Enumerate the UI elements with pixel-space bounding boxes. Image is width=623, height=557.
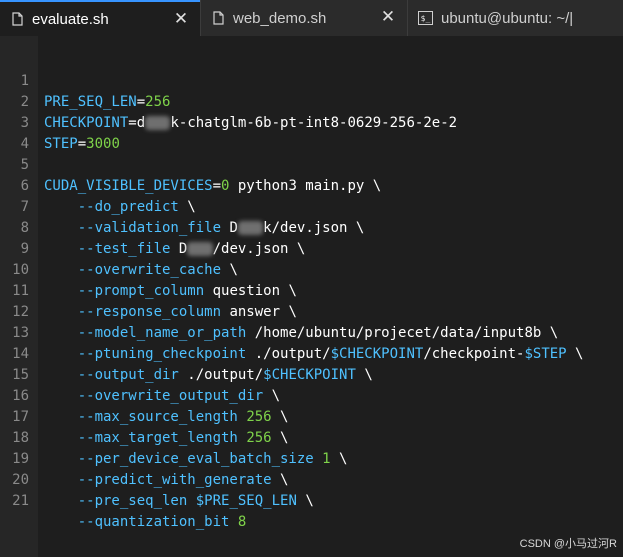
- number: 256: [246, 409, 272, 425]
- cli-flag: --max_target_length: [77, 430, 238, 446]
- cli-flag: --quantization_bit: [77, 514, 230, 530]
- cli-flag: --max_source_length: [77, 409, 238, 425]
- code-line-18: 18 --per_device_eval_batch_size 1 \: [0, 407, 347, 467]
- code-line-15: 15 --overwrite_output_dir \: [0, 344, 280, 404]
- code-line-8: 8 --test_file Dxxx/dev.json \: [0, 197, 306, 257]
- redacted-text: xxx: [145, 116, 171, 130]
- code-line-10: 10 --prompt_column question \: [0, 239, 297, 299]
- number: 256: [145, 94, 171, 110]
- tab-label: ubuntu@ubuntu: ~/|: [441, 9, 574, 27]
- code-line-5: 5 CUDA_VISIBLE_DEVICES=0 python3 main.py…: [0, 134, 382, 194]
- watermark: CSDN @小马过河R: [519, 538, 617, 550]
- cli-flag: --response_column: [77, 304, 222, 320]
- redacted-text: xxx: [237, 221, 264, 235]
- code-line-7: 7 --validation_file Dxxxk/dev.json \: [0, 176, 365, 236]
- variable: $PRE_SEQ_LEN: [195, 493, 297, 509]
- close-icon[interactable]: ✕: [379, 8, 397, 26]
- tab-terminal[interactable]: $_ ubuntu@ubuntu: ~/|: [407, 0, 623, 36]
- cli-flag: --test_file: [77, 241, 171, 257]
- code-lines: 1 PRE_SEQ_LEN=256 2 CHECKPOINT=dxxxk-cha…: [0, 50, 583, 530]
- cli-flag: --per_device_eval_batch_size: [77, 451, 314, 467]
- code-line-2: 2 CHECKPOINT=dxxxk-chatglm-6b-pt-int8-06…: [0, 71, 457, 131]
- variable: CHECKPOINT: [44, 115, 129, 131]
- code-line-12: 12 --model_name_or_path /home/ubuntu/pro…: [0, 281, 558, 341]
- variable: $STEP: [524, 346, 567, 362]
- code-line-4: 4: [0, 113, 51, 152]
- code-line-16: 16 --max_source_length 256 \: [0, 365, 288, 425]
- terminal-icon: $_: [418, 11, 433, 25]
- code-line-9: 9 --overwrite_cache \: [0, 218, 238, 278]
- tab-bar: evaluate.sh ✕ web_demo.sh ✕ $_ ubuntu@ub…: [0, 0, 623, 36]
- variable: PRE_SEQ_LEN: [44, 94, 137, 110]
- file-icon: [12, 12, 23, 26]
- code-line-17: 17 --max_target_length 256 \: [0, 386, 288, 446]
- code-line-6: 6 --do_predict \: [0, 155, 196, 215]
- code-line-20: 20 --pre_seq_len $PRE_SEQ_LEN \: [0, 449, 314, 509]
- cli-flag: --pre_seq_len: [77, 493, 188, 509]
- code-line-1: 1 PRE_SEQ_LEN=256: [0, 50, 171, 110]
- variable: $CHECKPOINT: [263, 367, 356, 383]
- cli-flag: --output_dir: [77, 367, 179, 383]
- code-line-3: 3 STEP=3000: [0, 92, 120, 152]
- code-line-14: 14 --output_dir ./output/$CHECKPOINT \: [0, 323, 373, 383]
- cli-flag: --overwrite_cache: [77, 262, 222, 278]
- tab-label: evaluate.sh: [32, 10, 109, 28]
- number: 3000: [86, 136, 120, 152]
- close-icon[interactable]: ✕: [172, 10, 190, 28]
- cli-flag: --ptuning_checkpoint: [77, 346, 247, 362]
- cli-flag: --overwrite_output_dir: [77, 388, 264, 404]
- line-number: 21: [12, 493, 29, 509]
- variable: $CHECKPOINT: [330, 346, 424, 362]
- number: 8: [237, 514, 247, 530]
- cli-flag: --validation_file: [77, 220, 222, 236]
- redacted-text: xxx: [187, 242, 213, 256]
- tab-label: web_demo.sh: [233, 9, 327, 27]
- code-editor[interactable]: 1 PRE_SEQ_LEN=256 2 CHECKPOINT=dxxxk-cha…: [0, 36, 623, 557]
- number: 1: [322, 451, 331, 467]
- cli-flag: --predict_with_generate: [77, 472, 272, 488]
- number: 256: [246, 430, 272, 446]
- tab-web-demo-sh[interactable]: web_demo.sh ✕: [200, 0, 407, 36]
- variable: CUDA_VISIBLE_DEVICES: [44, 178, 213, 194]
- cli-flag: --prompt_column: [77, 283, 205, 299]
- code-line-19: 19 --predict_with_generate \: [0, 428, 288, 488]
- file-icon: [213, 11, 224, 25]
- code-line-21: 21 --quantization_bit 8: [0, 470, 246, 530]
- code-line-13: 13 --ptuning_checkpoint ./output/$CHECKP…: [0, 302, 583, 362]
- code-line-11: 11 --response_column answer \: [0, 260, 297, 320]
- cli-flag: --model_name_or_path: [77, 325, 247, 341]
- cli-flag: --do_predict: [77, 199, 179, 215]
- tab-evaluate-sh[interactable]: evaluate.sh ✕: [0, 0, 200, 36]
